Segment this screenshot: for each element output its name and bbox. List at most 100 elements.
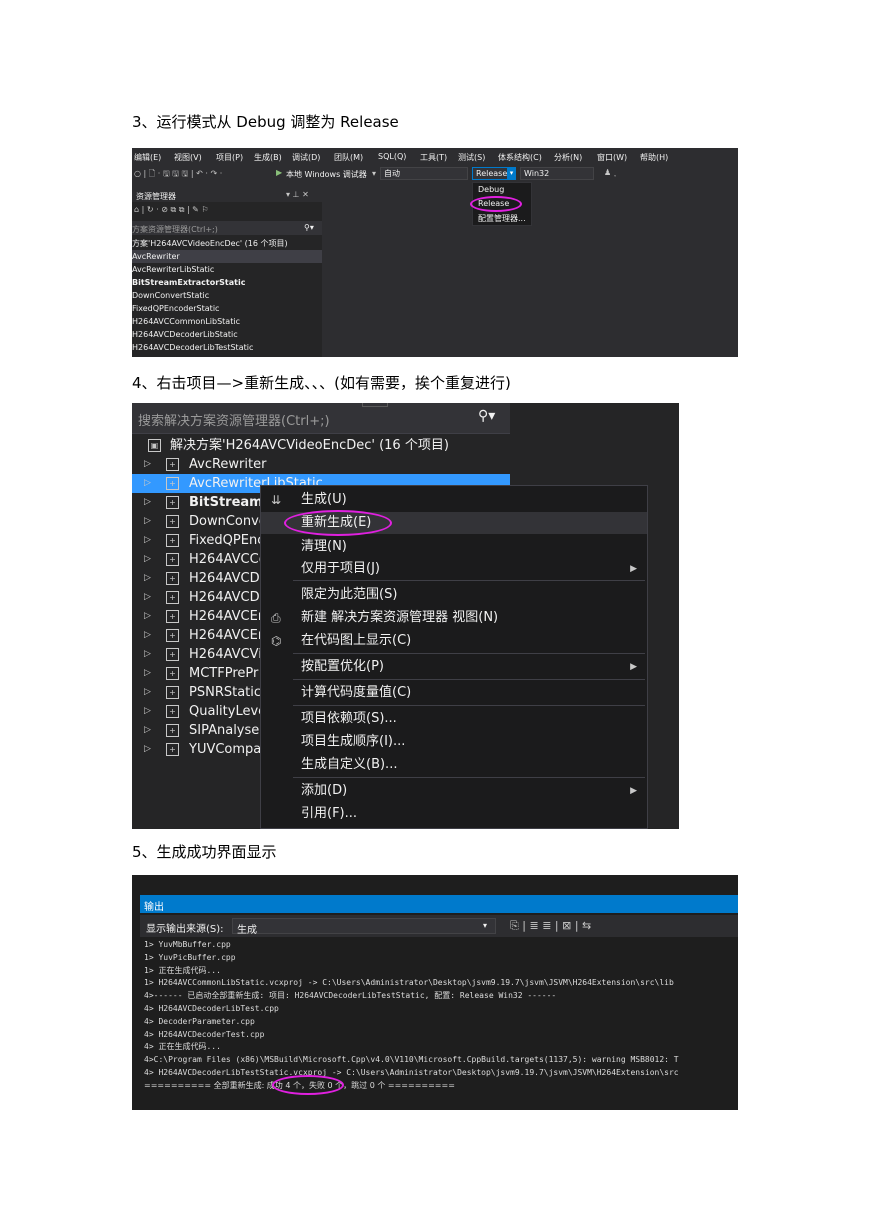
expand-arrow-icon[interactable]: ▷ [144,607,151,626]
solution-node[interactable]: ▣ 解决方案'H264AVCVideoEncDec' (16 个项目) [132,436,510,455]
tree-item[interactable]: H264AVCDecoderLibTestStatic [132,341,253,354]
tree-item[interactable]: FixedQPEncoderStatic [132,302,219,315]
output-source-bar: 显示输出来源(S): 生成 ▾ ⎘ | ≣ ≣ | ⊠ | ⇆ [140,915,738,937]
menu-item[interactable]: 编辑(E) [134,152,161,163]
project-icon: + [166,724,179,737]
tree-item[interactable]: ▷ + AvcRewriter [132,455,510,474]
output-line: 4>------ 已启动全部重新生成: 项目: H264AVCDecoderLi… [144,991,557,1001]
context-menu-item[interactable]: ⌬ 在代码图上显示(C) [261,630,647,652]
expand-arrow-icon[interactable]: ▷ [144,664,151,683]
project-icon: + [166,496,179,509]
context-menu-item[interactable]: 添加(D) ▶ [261,780,647,802]
expand-arrow-icon[interactable]: ▷ [144,474,151,493]
screenshot-context-menu: 搜索解决方案资源管理器(Ctrl+;) ⚲▾ ▣ 解决方案'H264AVCVid… [132,403,679,829]
context-menu-label: 重新生成(E) [301,515,372,530]
context-menu-item[interactable]: 按配置优化(P) ▶ [261,656,647,678]
menu-item[interactable]: 分析(N) [554,152,582,163]
panel-toolbar-icons[interactable]: ⌂ | ↻ · ⊘ ⧉ ⧉ | ✎ ⚐ [134,205,209,215]
menu-item[interactable]: 体系结构(C) [498,152,542,163]
context-menu-item[interactable]: ⇊ 生成(U) [261,489,647,511]
expand-arrow-icon[interactable]: ▷ [144,569,151,588]
menu-item[interactable]: 测试(S) [458,152,485,163]
menu-item[interactable]: 项目(P) [216,152,243,163]
expand-arrow-icon[interactable]: ▷ [144,493,151,512]
context-menu-label: 引用(F)... [301,806,358,821]
menu-item[interactable]: 团队(M) [334,152,363,163]
context-menu-item[interactable]: 清理(N) [261,536,647,558]
search-icon[interactable]: ⚲▾ [478,408,495,424]
menu-item[interactable]: 工具(T) [420,152,447,163]
expand-arrow-icon[interactable]: ▷ [144,531,151,550]
chevron-down-icon[interactable]: ▾ [372,169,376,178]
search-icon[interactable]: ⚲▾ [304,223,314,232]
run-debugger-button[interactable]: 本地 Windows 调试器 [286,169,367,180]
tree-item[interactable]: BitStreamExtractorStatic [132,276,245,289]
context-menu-item[interactable]: 项目依赖项(S)... [261,708,647,730]
expand-arrow-icon[interactable]: ▷ [144,683,151,702]
tree-item-label: QualityLeve [189,704,267,719]
expand-arrow-icon[interactable]: ▷ [144,588,151,607]
expand-arrow-icon[interactable]: ▷ [144,550,151,569]
context-menu-label: 仅用于项目(J) [301,561,380,576]
context-menu-label: 限定为此范围(S) [301,587,398,602]
expand-arrow-icon[interactable]: ▷ [144,740,151,759]
step-5-heading: 5、生成成功界面显示 [132,843,277,861]
output-toolbar-icons[interactable]: ⎘ | ≣ ≣ | ⊠ | ⇆ [510,919,591,933]
context-menu-item[interactable]: 计算代码度量值(C) [261,682,647,704]
dropdown-item-release[interactable]: Release [478,199,509,208]
source-label: 显示输出来源(S): [146,924,224,935]
config-dropdown-arrow-icon[interactable]: ▾ [507,167,516,180]
project-icon: + [166,648,179,661]
context-menu-label: 新建 解决方案资源管理器 视图(N) [301,610,499,625]
menu-separator [293,580,645,581]
menu-separator [293,653,645,654]
auto-combo[interactable]: 自动 [380,167,468,180]
context-menu-item[interactable]: 仅用于项目(J) ▶ [261,558,647,580]
output-line: 4> DecoderParameter.cpp [144,1016,255,1026]
context-menu-label: 项目依赖项(S)... [301,711,397,726]
tree-item[interactable]: AvcRewriterLibStatic [132,263,214,276]
menu-bar: 编辑(E) 视图(V) 项目(P) 生成(B) 调试(D) 团队(M) SQL(Q) 工具(T… [132,148,738,165]
context-menu-item[interactable]: 生成自定义(B)... [261,754,647,776]
tree-item[interactable]: H264AVCDecoderLibStatic [132,328,238,341]
context-menu-item[interactable]: 限定为此范围(S) [261,584,647,606]
menu-separator [293,679,645,680]
tree-item-label: AvcRewriter [189,457,267,472]
tree-item[interactable]: AvcRewriter [132,250,322,263]
dropdown-item-debug[interactable]: Debug [478,185,504,194]
solution-node[interactable]: 方案'H264AVCVideoEncDec' (16 个项目) [132,237,288,250]
play-icon[interactable]: ▶ [276,168,282,177]
expand-arrow-icon[interactable]: ▷ [144,512,151,531]
expand-arrow-icon[interactable]: ▷ [144,455,151,474]
expand-arrow-icon[interactable]: ▷ [144,702,151,721]
context-menu-item[interactable]: 引用(F)... [261,803,647,825]
menu-item[interactable]: 调试(D) [292,152,320,163]
solution-search[interactable]: 方案资源管理器(Ctrl+;) ⚲▾ [132,221,322,235]
menu-item[interactable]: SQL(Q) [378,152,406,161]
context-menu-item[interactable]: ⎙ 新建 解决方案资源管理器 视图(N) [261,607,647,629]
expand-arrow-icon[interactable]: ▷ [144,721,151,740]
pin-icon[interactable]: ▾ ⊥ ✕ [286,190,309,199]
context-menu-item[interactable]: 项目生成顺序(I)... [261,731,647,753]
solution-search[interactable]: 搜索解决方案资源管理器(Ctrl+;) ⚲▾ [132,403,510,434]
tree-item[interactable]: DownConvertStatic [132,289,209,302]
source-select[interactable]: 生成 ▾ [232,918,496,936]
attach-icon[interactable]: ♟ ˯ [604,168,616,177]
search-placeholder: 搜索解决方案资源管理器(Ctrl+;) [138,414,330,429]
dropdown-item-config-manager[interactable]: 配置管理器... [478,213,526,224]
panel-title: 资源管理器 [136,192,176,201]
step-4-heading: 4、右击项目—>重新生成、、、(如有需要，挨个重复进行) [132,374,511,392]
expand-arrow-icon[interactable]: ▷ [144,645,151,664]
menu-item[interactable]: 生成(B) [254,152,282,163]
tree-item-label: PSNRStatic [189,685,262,700]
menu-item[interactable]: 视图(V) [174,152,202,163]
auto-combo-value: 自动 [384,169,400,178]
context-menu-item[interactable]: 重新生成(E) [261,512,647,534]
platform-combo[interactable]: Win32 [520,167,594,180]
expand-arrow-icon[interactable]: ▷ [144,626,151,645]
menu-item[interactable]: 帮助(H) [640,152,668,163]
tree-item[interactable]: H264AVCCommonLibStatic [132,315,240,328]
chevron-down-icon: ▾ [483,921,488,930]
menu-item[interactable]: 窗口(W) [597,152,627,163]
config-dropdown-menu: Debug Release 配置管理器... [472,182,532,226]
